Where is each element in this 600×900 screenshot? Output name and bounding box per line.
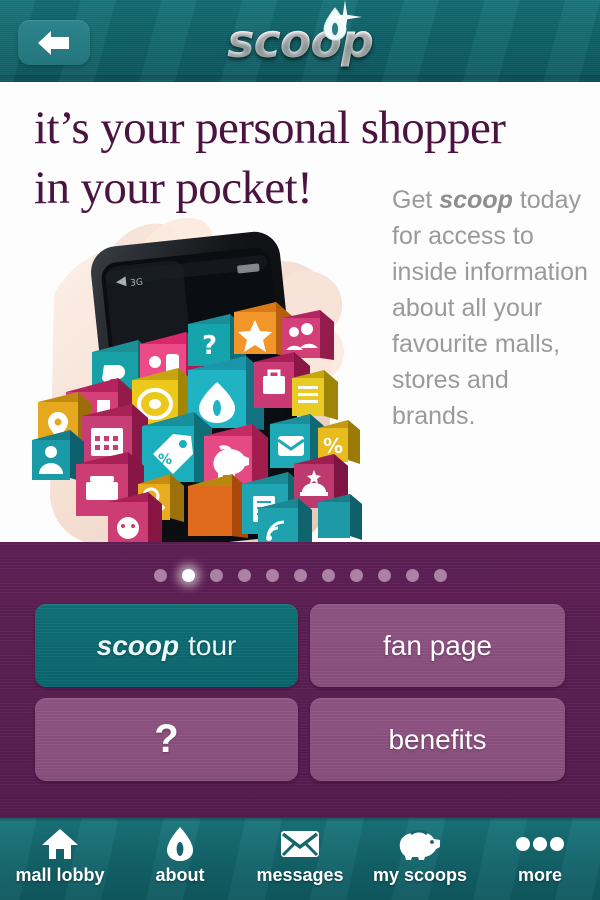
- nav-label-messages: messages: [256, 865, 344, 885]
- svg-text:%: %: [158, 452, 172, 468]
- pagination-dots[interactable]: [0, 569, 600, 582]
- nav-label-mall-lobby: mall lobby: [15, 865, 105, 885]
- logo-text: scoop: [227, 14, 374, 68]
- pagination-dot[interactable]: [293, 569, 307, 582]
- ellipsis-icon: [516, 826, 564, 862]
- benefits-button[interactable]: benefits: [310, 698, 565, 781]
- benefits-label: benefits: [388, 723, 487, 755]
- hero-illustration: 3G ? % %: [0, 202, 372, 542]
- nav-item-more[interactable]: more: [481, 818, 599, 886]
- home-icon: [41, 826, 79, 862]
- app-header: scoop: [0, 0, 600, 82]
- app-logo: scoop: [0, 0, 600, 74]
- svg-text:3G: 3G: [130, 278, 144, 289]
- nav-label-more: more: [517, 865, 562, 885]
- svg-text:?: ?: [202, 331, 217, 361]
- pagination-dot[interactable]: [377, 569, 391, 582]
- hero-description-brand: scoop: [439, 186, 513, 214]
- fan-page-label: fan page: [383, 629, 492, 661]
- app-screen: scoop it’s your personal shopper in your…: [0, 0, 600, 900]
- scoop-tour-label: tour: [188, 629, 237, 661]
- scoop-tour-button[interactable]: scoop tour: [35, 604, 298, 687]
- action-panel: scoop tour fan page ? benefits: [0, 542, 600, 818]
- pagination-dot[interactable]: [153, 569, 167, 582]
- hero-description-lead: Get: [392, 186, 440, 214]
- nav-item-about[interactable]: about: [121, 818, 239, 886]
- pagination-dot[interactable]: [349, 569, 363, 582]
- fan-page-button[interactable]: fan page: [310, 604, 565, 687]
- help-button[interactable]: ?: [35, 698, 298, 781]
- nav-item-mall-lobby[interactable]: mall lobby: [1, 818, 119, 886]
- help-label: ?: [154, 717, 179, 761]
- pagination-dot[interactable]: [321, 569, 335, 582]
- pagination-dot[interactable]: [433, 569, 447, 582]
- pagination-dot[interactable]: [209, 569, 223, 582]
- piggy-bank-icon: [398, 826, 442, 862]
- pagination-dot[interactable]: [237, 569, 251, 582]
- envelope-icon: [280, 826, 320, 862]
- pagination-dot[interactable]: [405, 569, 419, 582]
- hand-holding-phone-with-app-icons: 3G ? % %: [32, 217, 362, 542]
- scoop-tour-emphasis: scoop: [96, 629, 180, 661]
- droplet-icon: [165, 826, 195, 862]
- nav-item-messages[interactable]: messages: [241, 818, 359, 886]
- nav-label-my-scoops: my scoops: [372, 865, 468, 885]
- hero-section: it’s your personal shopper in your pocke…: [0, 82, 600, 542]
- button-grid: scoop tour fan page ? benefits: [35, 604, 565, 781]
- nav-label-about: about: [155, 865, 205, 885]
- pagination-dot-active[interactable]: [181, 569, 195, 582]
- nav-item-my-scoops[interactable]: my scoops: [361, 818, 479, 886]
- hero-description-rest: today for access to inside information a…: [392, 186, 588, 430]
- hero-description: Get scoop today for access to inside inf…: [392, 182, 592, 434]
- bottom-navigation: mall lobby about messages my scoops more: [0, 818, 600, 900]
- pagination-dot[interactable]: [265, 569, 279, 582]
